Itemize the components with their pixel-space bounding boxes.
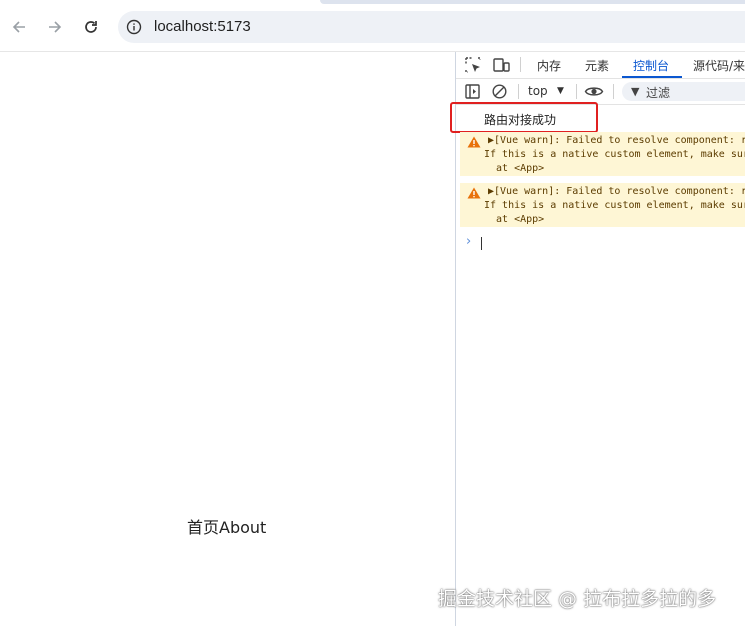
active-tab-indicator xyxy=(622,76,682,78)
inspect-element-icon[interactable] xyxy=(464,56,482,74)
tab-strip xyxy=(320,0,745,4)
tab-elements[interactable]: 元素 xyxy=(585,57,609,74)
clear-console-icon[interactable] xyxy=(491,83,508,100)
toolbar-separator xyxy=(576,84,577,99)
warning-line-3: at <App> xyxy=(484,214,545,225)
warning-icon xyxy=(467,187,481,199)
arrow-left-icon xyxy=(12,21,25,33)
filter-placeholder: 过滤 xyxy=(646,86,671,100)
warning-line-2: If this is a native custom element, make… xyxy=(484,200,745,211)
tab-console[interactable]: 控制台 xyxy=(633,57,669,74)
browser-toolbar: localhost:5173 xyxy=(0,0,745,51)
tab-separator xyxy=(520,57,521,72)
console-warning[interactable]: ▶[Vue warn]: Failed to resolve component… xyxy=(460,183,745,227)
reload-button[interactable] xyxy=(78,14,104,40)
watermark: 掘金技术社区 @ 拉布拉多拉的多 xyxy=(438,588,717,610)
tab-sources[interactable]: 源代码/来 xyxy=(693,57,745,74)
device-toolbar-icon[interactable] xyxy=(492,56,510,74)
nav-links[interactable]: 首页About xyxy=(187,514,266,538)
back-button[interactable] xyxy=(6,14,32,40)
eye-icon[interactable] xyxy=(584,83,604,100)
warning-line-2: If this is a native custom element, make… xyxy=(484,149,745,160)
highlight-annotation xyxy=(450,102,598,133)
devtools-tab-bar: 内存 元素 控制台 源代码/来 xyxy=(456,52,745,79)
warning-line-1[interactable]: ▶[Vue warn]: Failed to resolve component… xyxy=(488,135,745,147)
warning-line-1[interactable]: ▶[Vue warn]: Failed to resolve component… xyxy=(488,186,745,198)
arrow-right-icon xyxy=(49,21,62,33)
console-prompt-icon: › xyxy=(466,234,472,249)
filter-input[interactable]: ▼ 过滤 xyxy=(622,82,745,101)
toolbar-separator xyxy=(613,84,614,99)
warning-icon xyxy=(467,136,481,148)
sidebar-toggle-icon[interactable] xyxy=(464,83,481,100)
devtools-panel: 内存 元素 控制台 源代码/来 top ▼ ▼ 过滤 路由对接成功 ▶[Vue … xyxy=(450,52,745,626)
filter-icon: ▼ xyxy=(631,85,640,98)
console-warning[interactable]: ▶[Vue warn]: Failed to resolve component… xyxy=(460,132,745,176)
caret-down-icon[interactable]: ▼ xyxy=(557,86,564,96)
address-bar[interactable]: localhost:5173 xyxy=(118,11,745,43)
console-input-cursor[interactable] xyxy=(481,237,482,250)
context-selector[interactable]: top xyxy=(528,84,548,98)
reload-icon xyxy=(85,21,97,33)
info-icon[interactable] xyxy=(126,19,142,35)
warning-line-3: at <App> xyxy=(484,163,545,174)
tab-memory[interactable]: 内存 xyxy=(537,57,561,74)
toolbar-separator xyxy=(518,84,519,99)
url-text[interactable]: localhost:5173 xyxy=(154,18,251,35)
forward-button[interactable] xyxy=(42,14,68,40)
